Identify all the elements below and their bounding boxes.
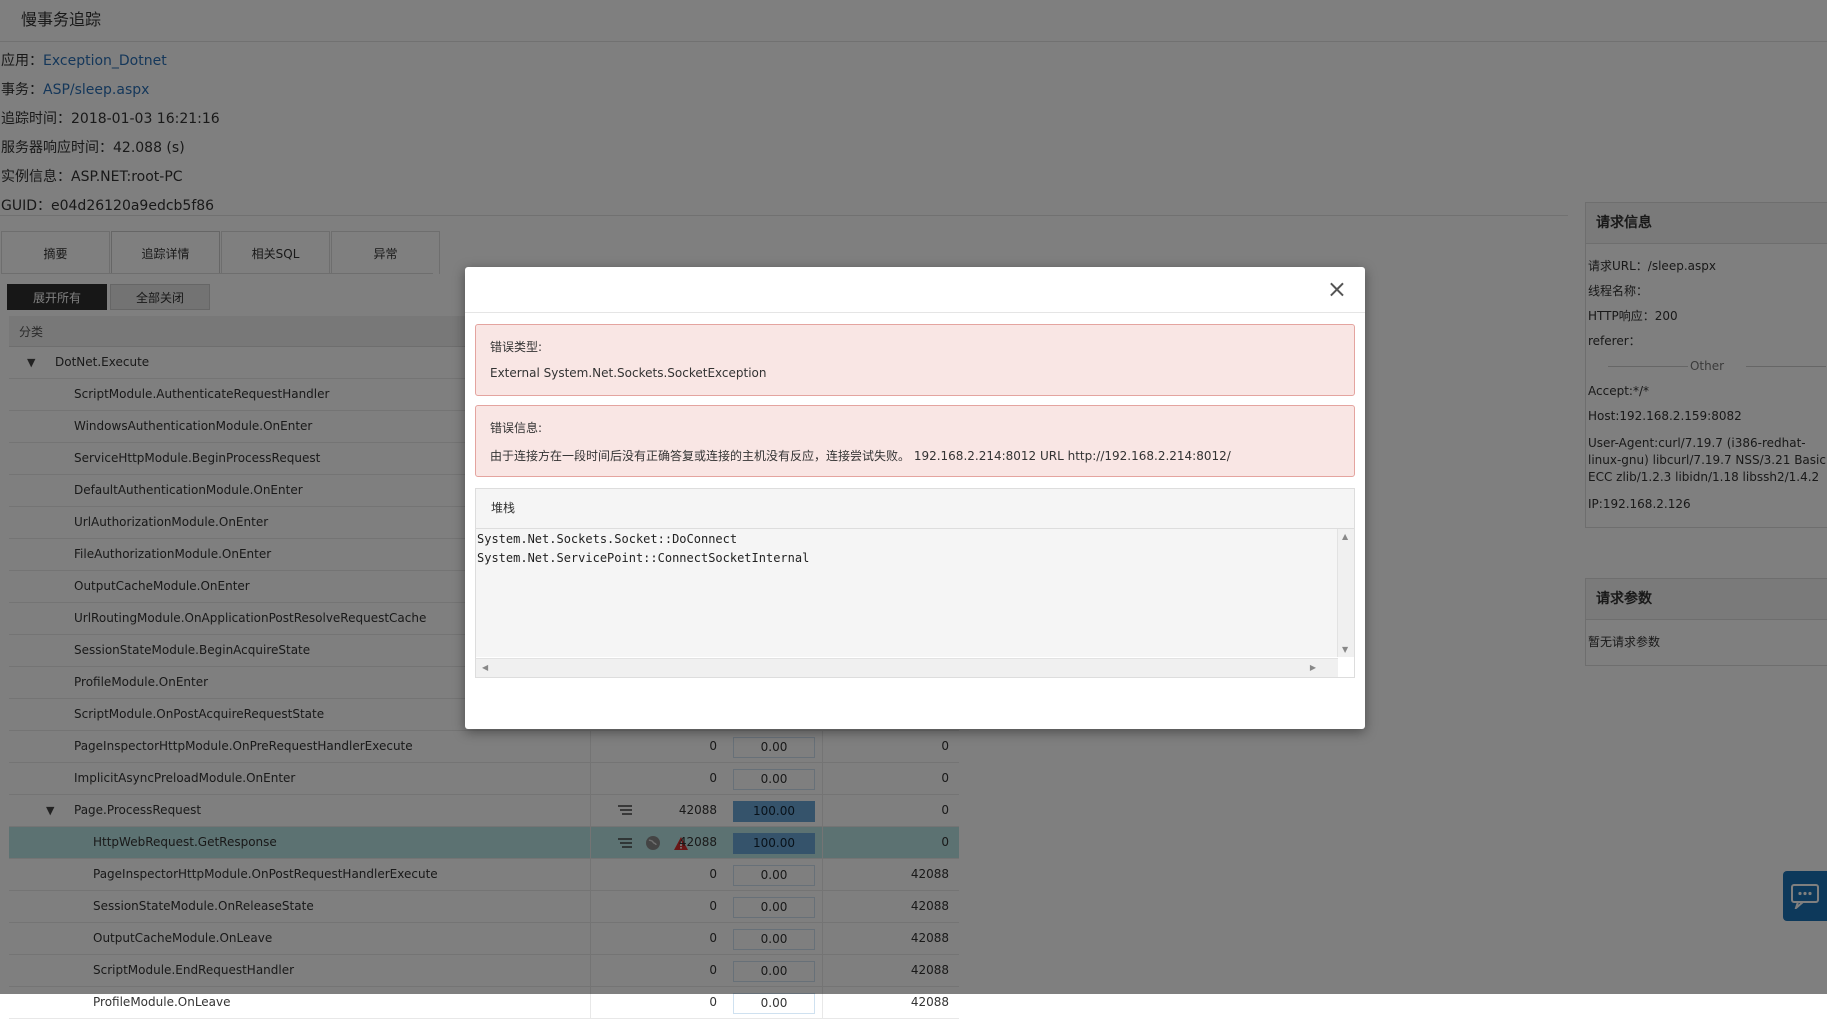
- scroll-left-icon[interactable]: ◀: [482, 663, 488, 672]
- dialog-header: ×: [465, 267, 1365, 313]
- scroll-up-icon[interactable]: ▲: [1342, 532, 1348, 541]
- close-icon[interactable]: ×: [1327, 275, 1347, 303]
- stack-trace-textarea[interactable]: System.Net.Sockets.Socket::DoConnect Sys…: [476, 529, 1338, 657]
- error-message-box: 错误信息: 由于连接方在一段时间后没有正确答复或连接的主机没有反应，连接尝试失败…: [475, 405, 1355, 477]
- stack-line: System.Net.Sockets.Socket::DoConnect: [477, 532, 738, 546]
- error-type-value: External System.Net.Sockets.SocketExcept…: [490, 366, 767, 380]
- error-type-box: 错误类型: External System.Net.Sockets.Socket…: [475, 324, 1355, 396]
- exception-dialog: × 错误类型: External System.Net.Sockets.Sock…: [465, 267, 1365, 729]
- horizontal-scrollbar[interactable]: ◀ ▶: [476, 658, 1338, 677]
- error-message-label: 错误信息:: [490, 421, 543, 435]
- error-message-value: 由于连接方在一段时间后没有正确答复或连接的主机没有反应，连接尝试失败。 192.…: [490, 449, 1231, 463]
- stack-panel: 堆栈 System.Net.Sockets.Socket::DoConnect …: [475, 488, 1355, 678]
- error-type-label: 错误类型:: [490, 340, 543, 354]
- scroll-down-icon[interactable]: ▼: [1342, 645, 1348, 654]
- row-percent-bar: 0.00: [733, 993, 815, 1014]
- vertical-scrollbar[interactable]: ▲ ▼: [1337, 529, 1354, 657]
- scroll-right-icon[interactable]: ▶: [1310, 663, 1316, 672]
- stack-line: System.Net.ServicePoint::ConnectSocketIn…: [477, 551, 810, 565]
- stack-title: 堆栈: [476, 489, 1354, 529]
